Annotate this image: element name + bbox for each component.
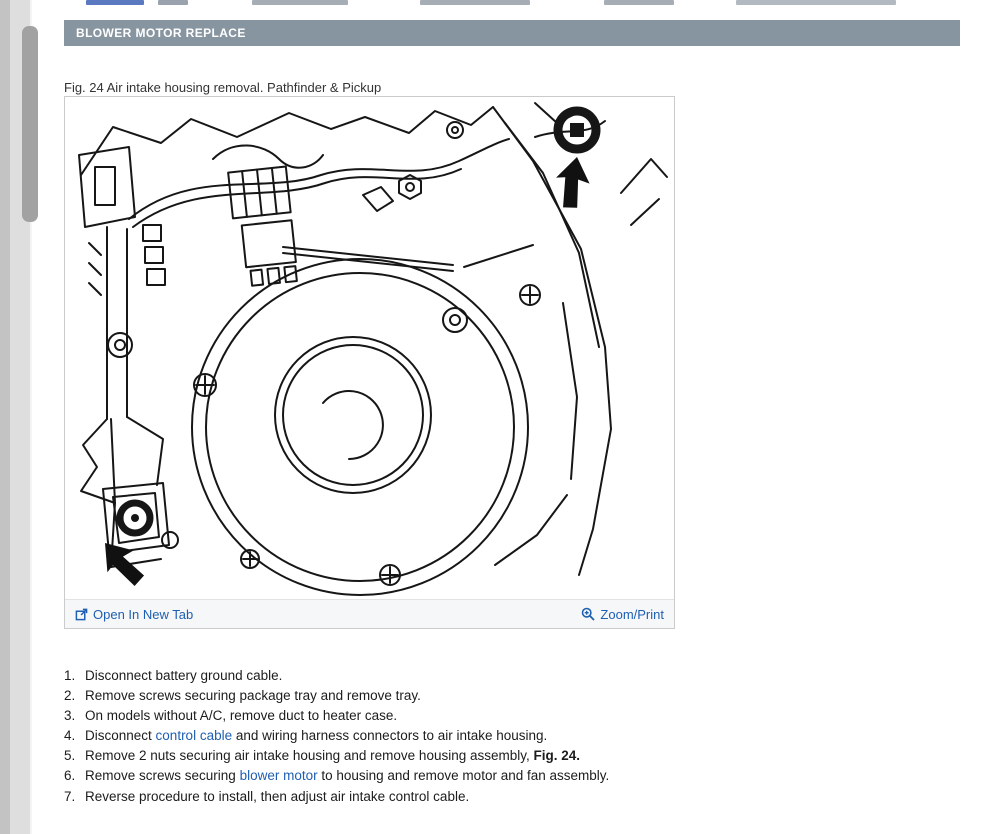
- step-number: 4.: [64, 726, 78, 746]
- clipped-text-fragment: [736, 0, 896, 5]
- left-panel-edge: [0, 0, 10, 834]
- step-text: Fig. 24.: [534, 748, 581, 763]
- step-number: 5.: [64, 746, 78, 766]
- step-number: 3.: [64, 706, 78, 726]
- step-text: Disconnect: [85, 728, 156, 743]
- procedure-step: 1. Disconnect battery ground cable.: [64, 666, 944, 686]
- zoom-print-link[interactable]: Zoom/Print: [581, 607, 664, 622]
- step-text: Remove screws securing package tray and …: [85, 688, 421, 703]
- step-number: 1.: [64, 666, 78, 686]
- step-text: Remove 2 nuts securing air intake housin…: [85, 748, 534, 763]
- clipped-text-fragment: [158, 0, 188, 5]
- inline-link[interactable]: blower motor: [240, 768, 318, 783]
- blower-assembly-diagram: [65, 97, 674, 599]
- step-number: 7.: [64, 787, 78, 807]
- open-in-new-tab-label: Open In New Tab: [93, 607, 193, 622]
- step-text: Reverse procedure to install, then adjus…: [85, 789, 469, 804]
- procedure-step: 3. On models without A/C, remove duct to …: [64, 706, 944, 726]
- procedure-step: 7. Reverse procedure to install, then adj…: [64, 787, 944, 807]
- figure-frame: Open In New Tab Zoom/Print: [64, 96, 675, 629]
- figure-image-area: [65, 97, 674, 599]
- step-text: Remove screws securing: [85, 768, 240, 783]
- clipped-text-fragment: [604, 0, 674, 5]
- procedure-step: 2. Remove screws securing package tray an…: [64, 686, 944, 706]
- clipped-text-fragment: [252, 0, 348, 5]
- figure-caption: Fig. 24 Air intake housing removal. Path…: [64, 80, 381, 95]
- magnifier-plus-icon: [581, 607, 595, 621]
- figure-toolbar: Open In New Tab Zoom/Print: [65, 599, 674, 628]
- procedure-step: 4. Disconnect control cable and wiring ha…: [64, 726, 944, 746]
- clipped-text-fragment: [420, 0, 530, 5]
- inline-link[interactable]: control cable: [156, 728, 233, 743]
- section-header-bar: BLOWER MOTOR REPLACE: [64, 20, 960, 46]
- procedure-step: 5. Remove 2 nuts securing air intake hous…: [64, 746, 944, 766]
- step-number: 6.: [64, 766, 78, 786]
- clipped-text-fragment: [86, 0, 144, 5]
- step-text: On models without A/C, remove duct to he…: [85, 708, 397, 723]
- vertical-scrollbar-thumb[interactable]: [22, 26, 38, 222]
- vertical-scrollbar-track[interactable]: [10, 0, 32, 834]
- step-text: to housing and remove motor and fan asse…: [318, 768, 610, 783]
- open-in-new-tab-link[interactable]: Open In New Tab: [75, 607, 193, 622]
- open-in-new-tab-icon: [75, 608, 88, 621]
- procedure-step: 6. Remove screws securing blower motor to…: [64, 766, 944, 786]
- step-number: 2.: [64, 686, 78, 706]
- steps-list: 1. Disconnect battery ground cable. 2. Remo…: [64, 666, 944, 807]
- step-text: and wiring harness connectors to air int…: [232, 728, 547, 743]
- zoom-print-label: Zoom/Print: [600, 607, 664, 622]
- step-text: Disconnect battery ground cable.: [85, 668, 282, 683]
